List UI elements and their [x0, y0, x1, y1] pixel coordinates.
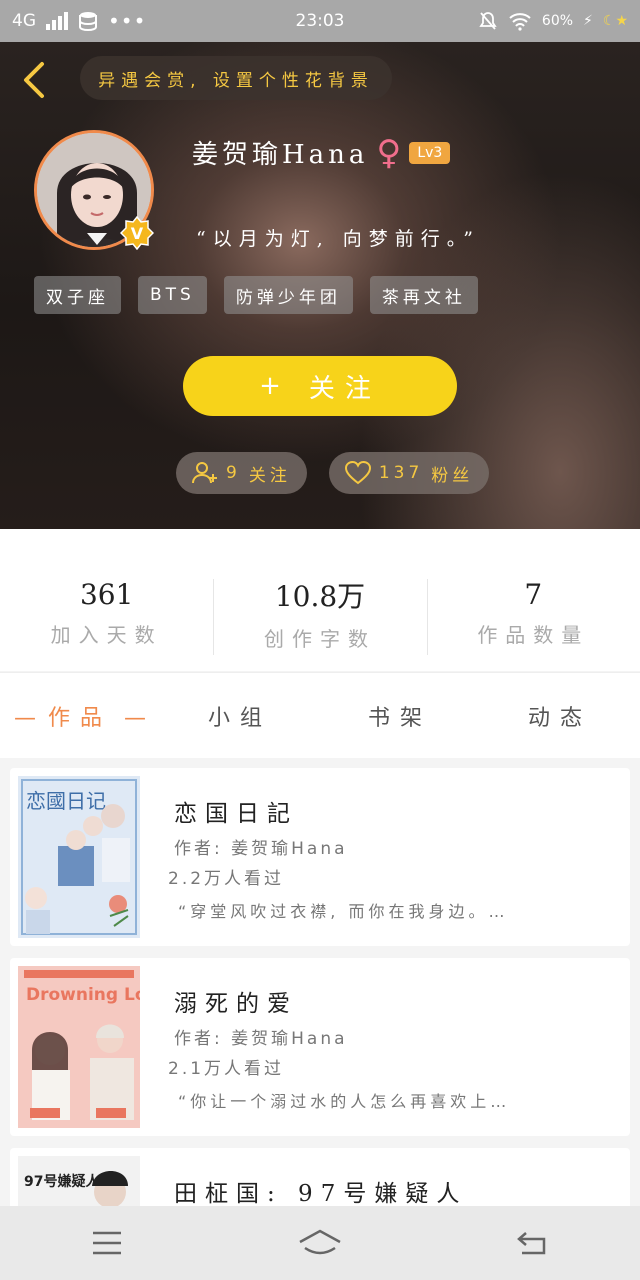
system-nav-bar — [0, 1206, 640, 1280]
svg-text:V: V — [131, 224, 144, 243]
verified-v-badge-icon: V — [120, 216, 154, 250]
add-person-icon — [192, 462, 217, 484]
clock: 23:03 — [295, 11, 345, 31]
tab-bookshelf[interactable]: 书架 — [320, 700, 480, 732]
user-signature: “以月为灯, 向梦前行。” — [196, 228, 481, 250]
tab-works[interactable]: 作品 — [0, 700, 160, 732]
work-views: 2.2万人看过 — [168, 869, 285, 889]
profile-stats: 361 加入天数 10.8万 创作字数 7 作品数量 — [0, 529, 640, 671]
female-gender-icon: ♀ — [376, 132, 402, 173]
menu-icon — [92, 1231, 121, 1255]
work-excerpt: “你让一个溺过水的人怎么再喜欢上… — [178, 1092, 511, 1111]
work-title: 田柾国: 97号嫌疑人 — [174, 1181, 468, 1207]
home-icon — [299, 1229, 341, 1255]
following-pill[interactable]: 9 关注 — [176, 452, 307, 494]
work-cover: Drowning Love — [18, 966, 140, 1128]
profile-header: 异遇会赏, 设置个性花背景 V 姜贺瑜Hana ♀ Lv3 “以月为灯, 向梦前… — [0, 42, 640, 529]
work-author: 作者: 姜贺瑜Hana — [174, 839, 348, 859]
tag-item[interactable]: BTS — [138, 276, 207, 314]
cover-image: Drowning Love — [18, 966, 140, 1128]
stat-join-days: 361 加入天数 — [0, 529, 213, 671]
tab-groups[interactable]: 小组 — [160, 700, 320, 732]
stat-label: 创作字数 — [263, 626, 376, 651]
menu-button[interactable] — [77, 1218, 137, 1268]
fans-count: 137 — [378, 463, 424, 483]
cover-title-text: Drowning Love — [26, 985, 140, 1005]
follow-button[interactable]: + 关注 — [183, 356, 457, 416]
back-button[interactable] — [18, 60, 54, 100]
status-bar: 4G ••• 23:03 60% ⚡ ☾★ — [0, 0, 640, 42]
fans-pill[interactable]: 137 粉丝 — [328, 452, 490, 494]
work-author: 作者: 姜贺瑜Hana — [174, 1029, 348, 1049]
stat-label: 加入天数 — [50, 623, 163, 647]
user-name-row: 姜贺瑜Hana ♀ Lv3 — [192, 132, 451, 173]
plus-icon: + — [259, 371, 291, 401]
work-title: 溺死的爱 — [174, 991, 298, 1017]
stat-works-count: 7 作品数量 — [426, 529, 640, 671]
background-setting-pill[interactable]: 异遇会赏, 设置个性花背景 — [80, 56, 392, 100]
following-count: 9 — [226, 463, 241, 483]
tag-item[interactable]: 茶再文社 — [369, 276, 478, 314]
work-views: 2.1万人看过 — [168, 1059, 285, 1079]
work-card[interactable]: Drowning Love 溺死的爱 作者: 姜贺瑜Hana 2.1万人看过 “… — [10, 958, 630, 1136]
cover-title-text: 恋國日记 — [26, 789, 106, 813]
cover-title-text: 97号嫌疑人 — [24, 1173, 100, 1190]
return-icon — [517, 1232, 546, 1255]
tag-list: 双子座 BTS 防弹少年团 茶再文社 — [34, 276, 478, 314]
home-button[interactable] — [290, 1218, 350, 1268]
back-nav-button[interactable] — [503, 1218, 563, 1268]
heart-icon — [344, 461, 371, 485]
work-card[interactable]: 恋國日记 恋国日記 作者: 姜贺瑜Hana 2.2万人看过 “穿堂风吹过衣襟, … — [10, 768, 630, 946]
cover-image: 恋國日记 — [18, 776, 140, 938]
user-name: 姜贺瑜Hana — [192, 140, 369, 170]
stat-value: 361 — [79, 578, 134, 611]
stat-label: 作品数量 — [477, 623, 590, 647]
level-badge: Lv3 — [409, 141, 451, 164]
tab-activity[interactable]: 动态 — [480, 700, 640, 732]
social-stats: 9 关注 137 粉丝 — [176, 452, 490, 494]
following-label: 关注 — [248, 465, 291, 486]
chevron-left-icon — [24, 62, 44, 98]
work-excerpt: “穿堂风吹过衣襟, 而你在我身边。… — [178, 902, 509, 921]
tag-item[interactable]: 防弹少年团 — [223, 276, 353, 314]
stat-value: 10.8万 — [274, 579, 366, 613]
stat-value: 7 — [524, 578, 543, 611]
fans-label: 粉丝 — [431, 465, 474, 486]
profile-tabs: 作品 小组 书架 动态 — [0, 672, 640, 758]
tag-item[interactable]: 双子座 — [34, 276, 121, 314]
stat-word-count: 10.8万 创作字数 — [213, 529, 426, 671]
work-title: 恋国日記 — [174, 801, 298, 827]
work-cover: 恋國日记 — [18, 776, 140, 938]
follow-button-label: 关注 — [308, 373, 381, 404]
